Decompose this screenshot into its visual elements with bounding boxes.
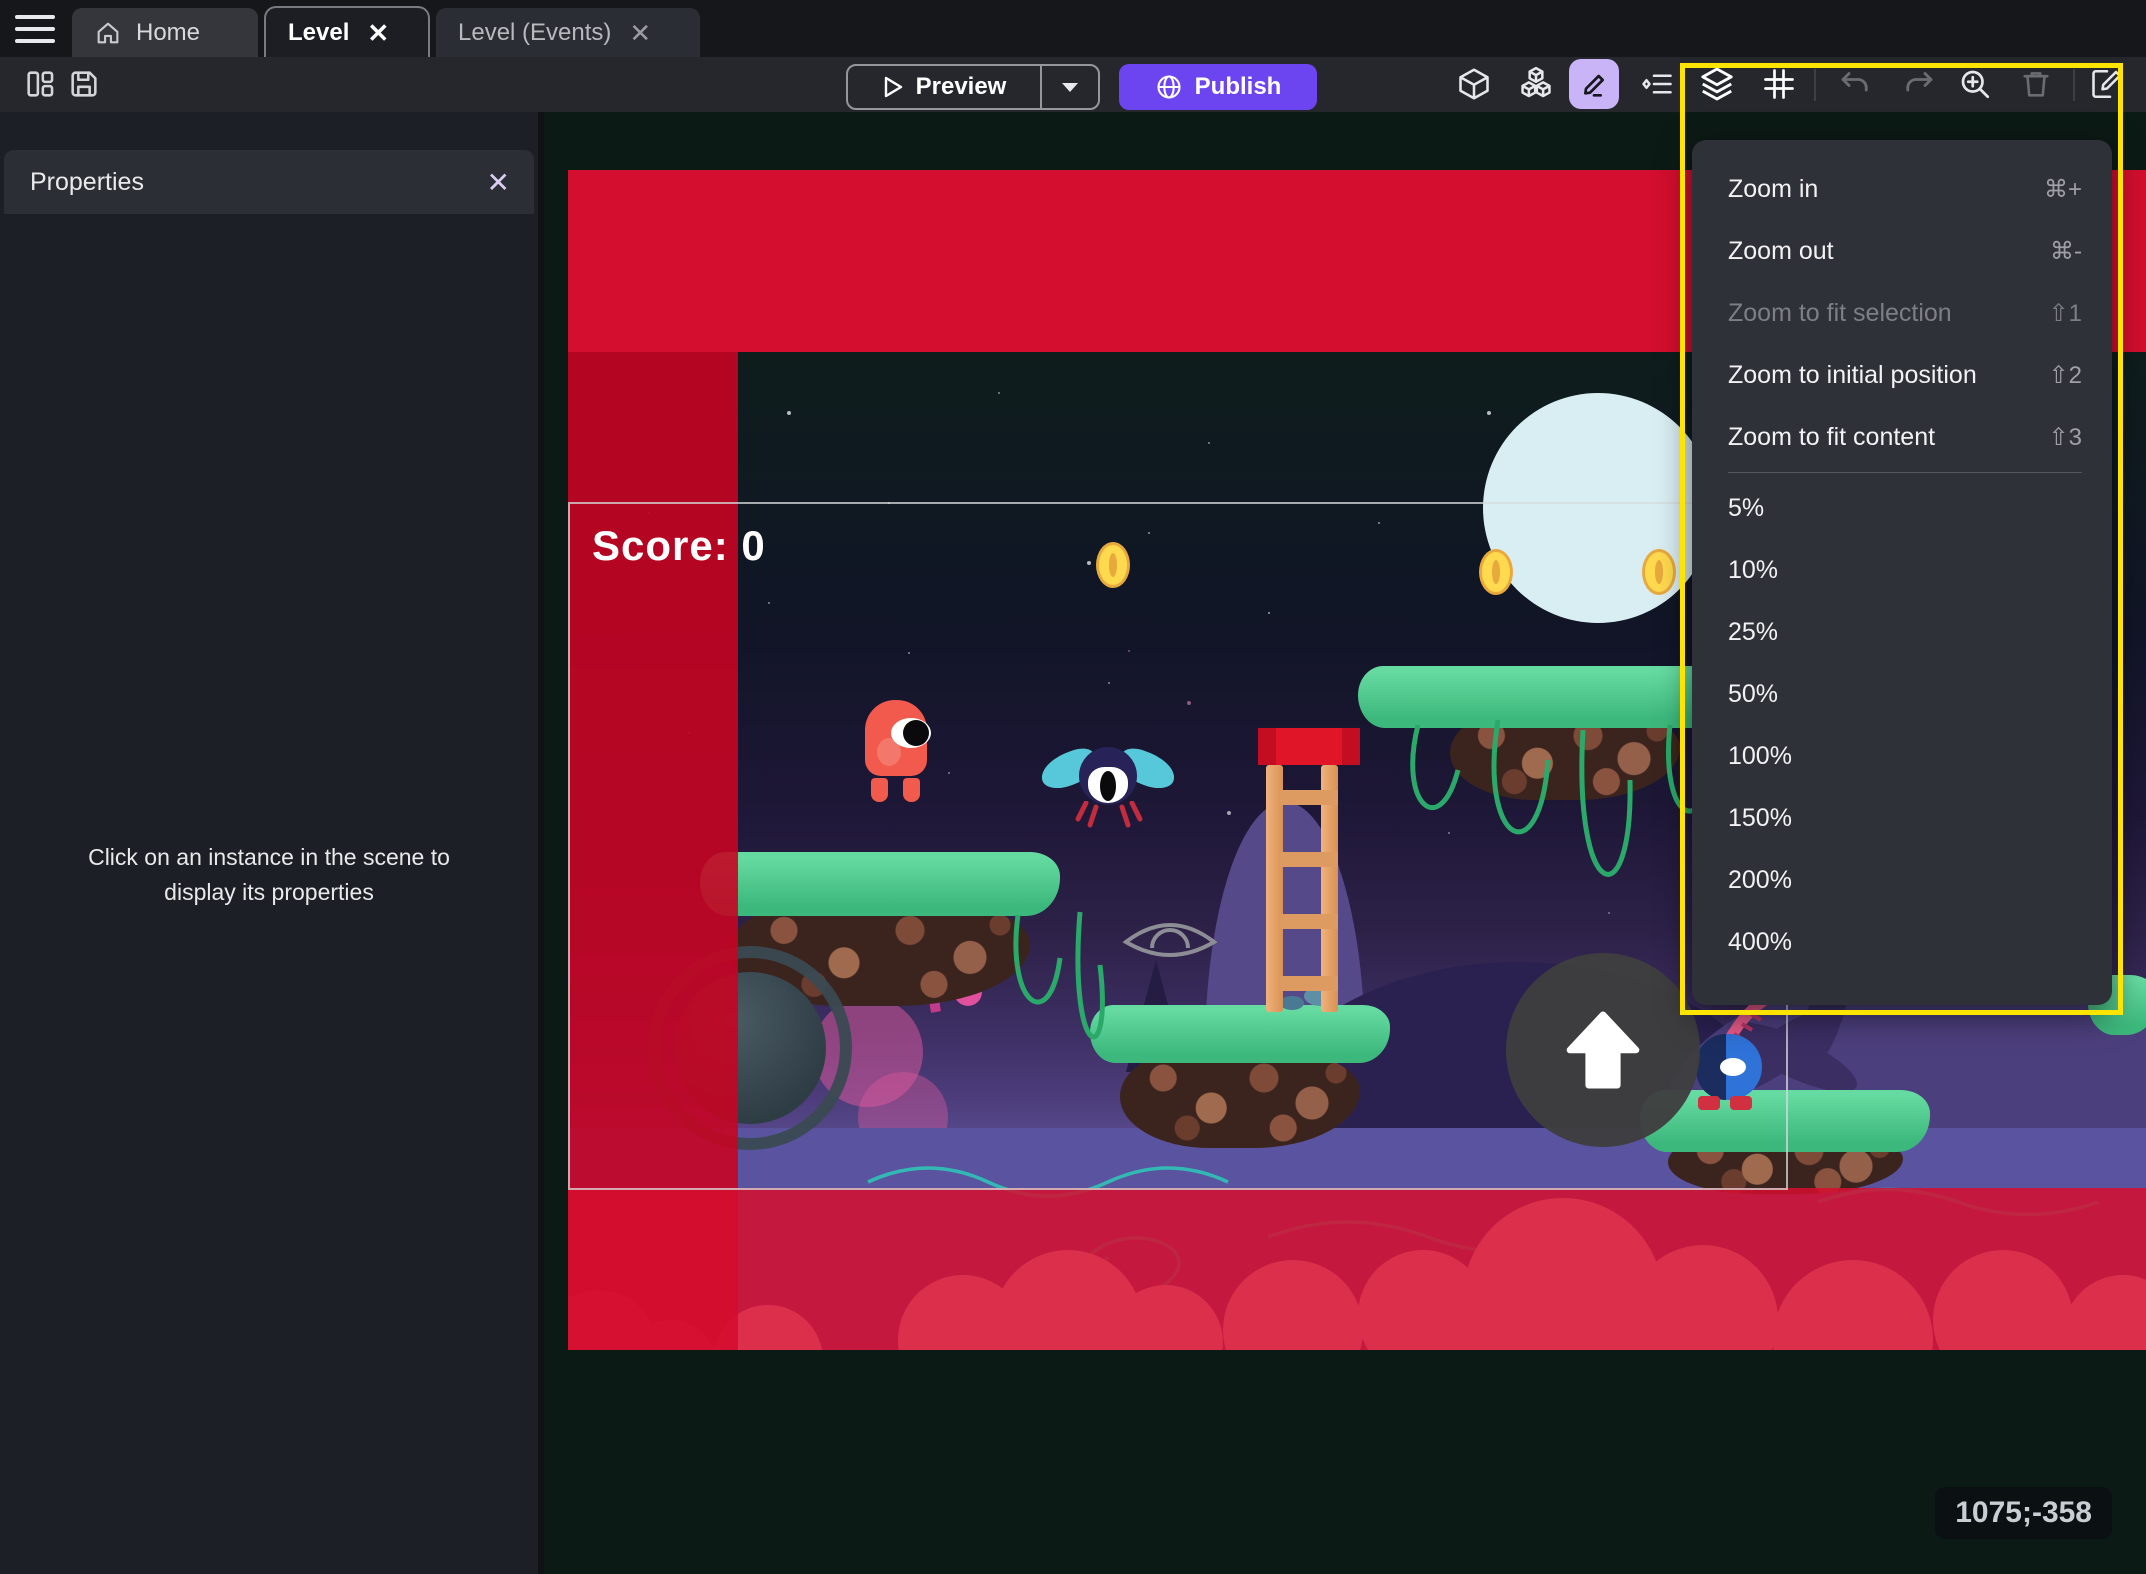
close-icon[interactable]: ✕ xyxy=(487,166,510,199)
tab-home[interactable]: Home xyxy=(72,8,258,57)
object-cube-icon[interactable] xyxy=(1452,62,1496,106)
properties-panel-header: Properties ✕ xyxy=(4,150,534,214)
play-icon xyxy=(884,76,902,98)
caret-down-icon xyxy=(1062,83,1078,92)
cursor-coordinates-badge: 1075;-358 xyxy=(1935,1487,2112,1539)
tab-label: Level xyxy=(288,18,350,46)
tab-level-events[interactable]: Level (Events) ✕ xyxy=(436,8,700,57)
panel-divider[interactable] xyxy=(538,112,544,1574)
publish-label: Publish xyxy=(1194,73,1282,100)
save-icon[interactable] xyxy=(62,62,106,106)
tab-bar: Home Level ✕ Level (Events) ✕ xyxy=(0,0,2146,57)
globe-icon xyxy=(1157,75,1181,99)
level-bound-bottom[interactable] xyxy=(568,1188,2146,1350)
preview-button[interactable]: Preview xyxy=(846,64,1100,110)
tab-label: Level (Events) xyxy=(458,18,612,46)
preview-label: Preview xyxy=(915,73,1007,100)
instances-list-icon[interactable] xyxy=(1635,62,1679,106)
highlight-rectangle xyxy=(1680,63,2123,1015)
preview-options-button[interactable] xyxy=(1040,66,1098,108)
tab-level[interactable]: Level ✕ xyxy=(264,6,430,57)
prefab-cubes-icon[interactable] xyxy=(1514,62,1558,106)
score-text[interactable]: Score: 0 xyxy=(592,522,766,570)
panel-title: Properties xyxy=(30,167,144,196)
close-icon[interactable]: ✕ xyxy=(629,20,651,46)
preview-main[interactable]: Preview xyxy=(848,66,1040,108)
publish-button[interactable]: Publish xyxy=(1119,64,1317,110)
home-icon xyxy=(94,19,122,47)
close-icon[interactable]: ✕ xyxy=(367,20,389,46)
layout-panels-icon[interactable] xyxy=(18,62,62,106)
properties-empty-message: Click on an instance in the scene to dis… xyxy=(88,844,450,905)
tab-label: Home xyxy=(136,18,201,46)
properties-panel: Properties ✕ Click on an instance in the… xyxy=(0,112,538,1574)
hamburger-menu-icon[interactable] xyxy=(14,13,56,45)
camera-border xyxy=(568,502,1788,1190)
edit-pencil-icon[interactable] xyxy=(1569,59,1619,109)
